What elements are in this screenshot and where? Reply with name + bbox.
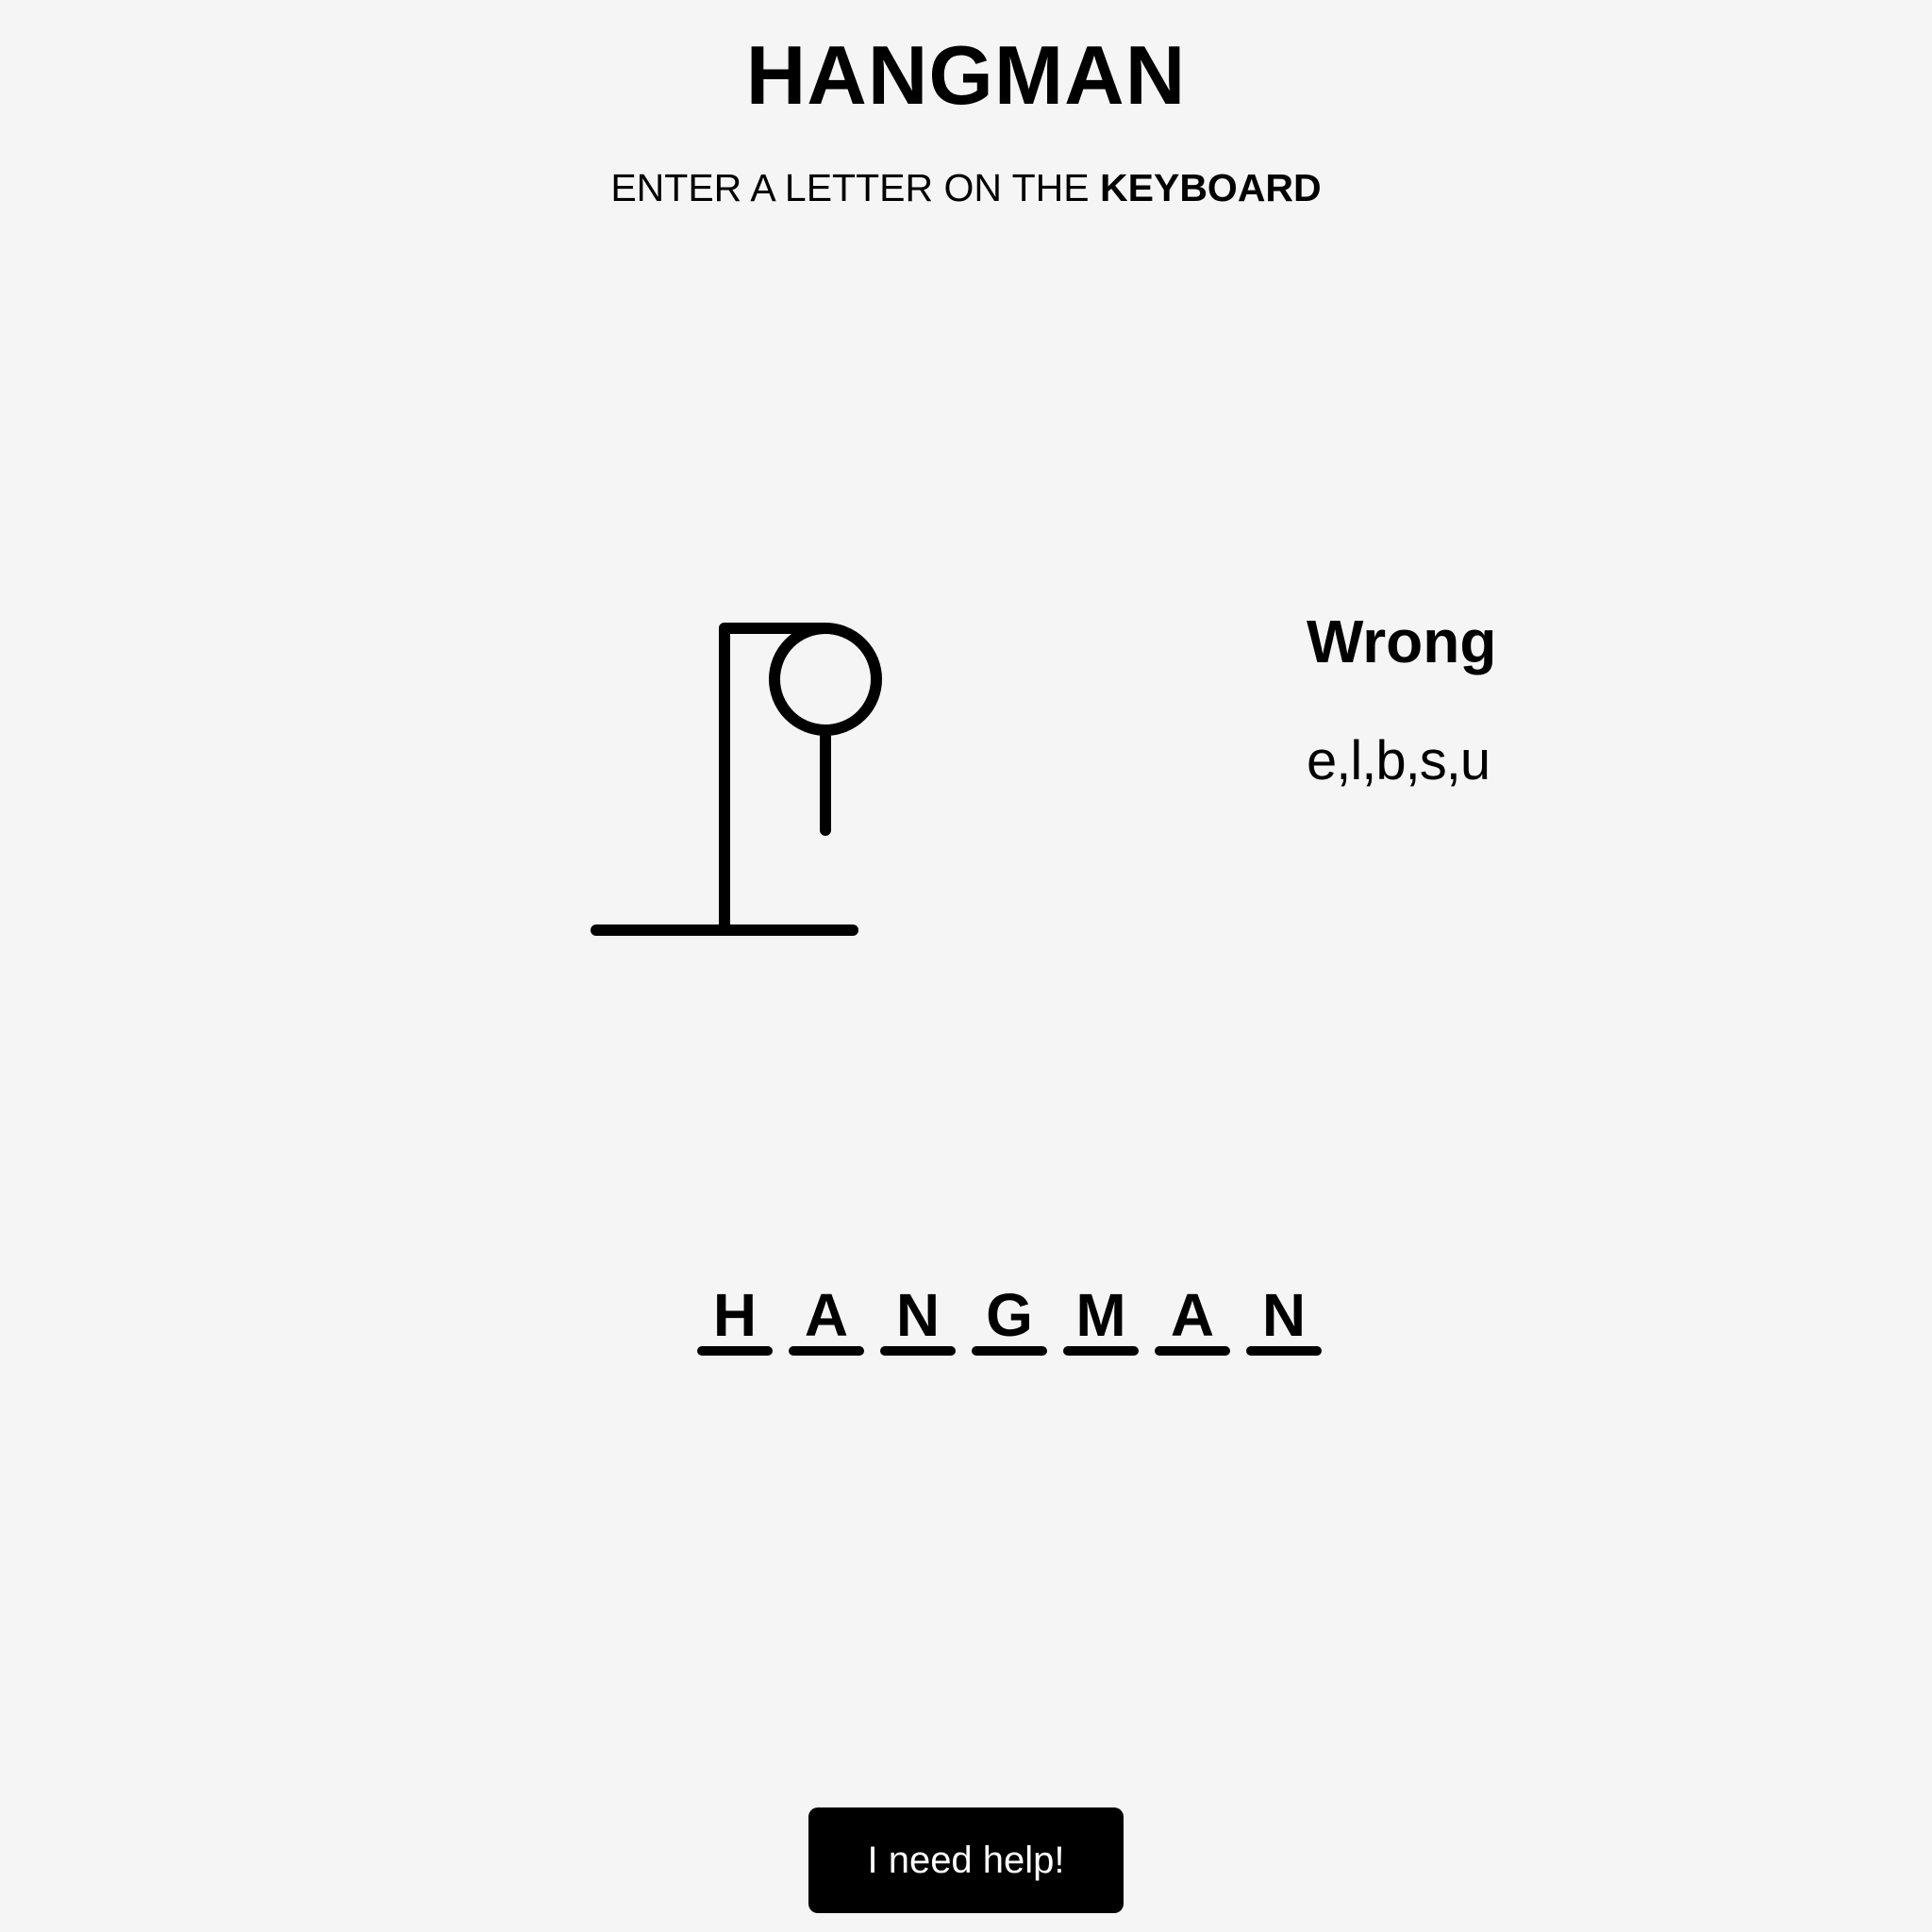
letter: M [1075, 1281, 1126, 1349]
letter-underline [880, 1346, 956, 1356]
letter: N [895, 1281, 941, 1349]
letter-underline [1155, 1346, 1230, 1356]
letter: A [804, 1281, 849, 1349]
letter: A [1170, 1281, 1215, 1349]
letter-slot: A [1155, 1278, 1230, 1356]
letter-underline [697, 1346, 773, 1356]
word-display: H A N G M A N [697, 1278, 1322, 1356]
help-button[interactable]: I need help! [808, 1807, 1124, 1913]
hangman-drawing [591, 623, 882, 936]
letter: H [712, 1281, 758, 1349]
letter-slot: M [1063, 1278, 1139, 1356]
letter-slot: A [789, 1278, 864, 1356]
wrong-guesses-panel: Wrong e,l,b,s,u [1307, 599, 1684, 799]
letter-slot: H [697, 1278, 773, 1356]
letter-underline [1063, 1346, 1139, 1356]
letter-underline [1246, 1346, 1322, 1356]
letter: N [1261, 1281, 1307, 1349]
letter-slot: N [880, 1278, 956, 1356]
letter: G [986, 1281, 1033, 1349]
letter-slot: N [1246, 1278, 1322, 1356]
wrong-label: Wrong [1307, 608, 1497, 675]
letter-underline [972, 1346, 1047, 1356]
wrong-letters: e,l,b,s,u [1307, 730, 1491, 791]
instruction-prefix: ENTER A LETTER ON THE [610, 166, 1101, 209]
letter-slot: G [972, 1278, 1047, 1356]
letter-underline [789, 1346, 864, 1356]
instruction-text: ENTER A LETTER ON THE KEYBOARD [0, 164, 1932, 211]
instruction-keyword: KEYBOARD [1100, 166, 1322, 209]
figure-head [769, 623, 882, 736]
page-title: HANGMAN [745, 28, 1187, 122]
